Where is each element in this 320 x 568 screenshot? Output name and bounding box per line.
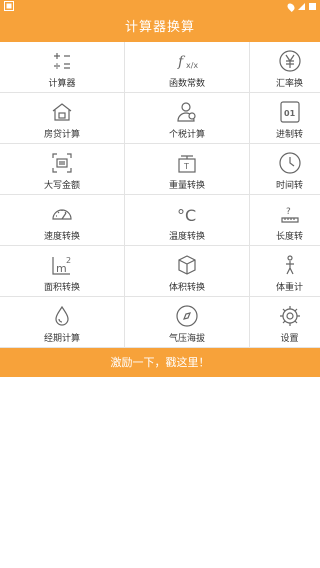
grid-item-label: 重量转换 [168, 181, 205, 191]
grid-item-label: 经期计算 [43, 334, 80, 344]
grid-item-base[interactable]: 01 进制转 [250, 93, 320, 144]
grid-item-settings[interactable]: 设置 [250, 297, 320, 348]
grid-item-label: 面积转换 [43, 283, 80, 293]
battery-icon [309, 3, 316, 10]
encourage-banner[interactable]: 激励一下，戳这里！ [0, 348, 320, 377]
grid-item-label: 函数常数 [168, 79, 205, 89]
speedometer-icon [50, 202, 74, 226]
drop-icon [50, 304, 74, 328]
grid-item-body-weight[interactable]: 体重计 [250, 246, 320, 297]
grid-item-pressure-altitude[interactable]: 气压海拔 [125, 297, 250, 348]
grid-item-label: 汇率换 [275, 79, 303, 89]
grid-item-tax[interactable]: 个税计算 [125, 93, 250, 144]
grid-item-label: 气压海拔 [168, 334, 205, 344]
currency-icon [278, 49, 302, 73]
svg-text:x/x: x/x [186, 61, 198, 70]
grid-item-label: 计算器 [48, 79, 76, 89]
grid-item-time[interactable]: 时间转 [250, 144, 320, 195]
compass-icon [175, 304, 199, 328]
body-icon [278, 253, 302, 277]
grid-item-volume[interactable]: 体积转换 [125, 246, 250, 297]
grid-item-label: 体重计 [275, 283, 303, 293]
svg-text:?: ? [286, 207, 291, 217]
grid-item-currency[interactable]: 汇率换 [250, 42, 320, 93]
grid-item-function[interactable]: f x/x 函数常数 [125, 42, 250, 93]
page-title: 计算器换算 [0, 14, 320, 42]
signal-icon [298, 3, 305, 10]
weight-icon: T [175, 151, 199, 175]
grid-item-speed[interactable]: 速度转换 [0, 195, 125, 246]
grid-item-weight[interactable]: T 重量转换 [125, 144, 250, 195]
grid-item-mortgage[interactable]: 房贷计算 [0, 93, 125, 144]
gear-icon [278, 304, 302, 328]
clock-icon [278, 151, 302, 175]
grid-item-period[interactable]: 经期计算 [0, 297, 125, 348]
grid-item-label: 个税计算 [168, 130, 205, 140]
grid-item-label: 设置 [280, 334, 299, 344]
location-icon [286, 1, 296, 12]
house-icon [50, 100, 74, 124]
binary-icon: 01 [278, 100, 302, 124]
svg-text:f: f [177, 54, 186, 70]
celsius-icon: °C [175, 202, 199, 226]
notification-icon [4, 1, 14, 11]
grid-item-label: 温度转换 [168, 232, 205, 242]
grid-item-label: 长度转 [275, 232, 303, 242]
svg-text:01: 01 [284, 109, 296, 118]
area-m2-icon: m2 [50, 253, 74, 277]
function-icon: f x/x [175, 49, 199, 73]
grid-item-capital-amount[interactable]: 大写金额 [0, 144, 125, 195]
grid-item-label: 速度转换 [43, 232, 80, 242]
svg-text:T: T [183, 162, 189, 171]
grid-item-calculator[interactable]: 计算器 [0, 42, 125, 93]
ruler-icon: ? [278, 202, 302, 226]
grid-item-area[interactable]: m2 面积转换 [0, 246, 125, 297]
calculator-ops-icon [50, 49, 74, 73]
grid-item-label: 体积转换 [168, 283, 205, 293]
grid-item-label: 大写金额 [43, 181, 80, 191]
grid-item-label: 时间转 [275, 181, 303, 191]
status-bar [0, 0, 320, 14]
cube-icon [175, 253, 199, 277]
svg-text:2: 2 [66, 256, 71, 265]
svg-text:°C: °C [177, 206, 196, 225]
grid-item-temperature[interactable]: °C 温度转换 [125, 195, 250, 246]
grid-item-length[interactable]: ? 长度转 [250, 195, 320, 246]
cash-icon [50, 151, 74, 175]
tool-grid: 计算器 f x/x 函数常数 汇率换 房贷计算 个税计算 01 进制转 大写金额… [0, 42, 320, 348]
person-icon [175, 100, 199, 124]
empty-area [0, 377, 320, 568]
grid-item-label: 房贷计算 [43, 130, 80, 140]
grid-item-label: 进制转 [275, 130, 303, 140]
